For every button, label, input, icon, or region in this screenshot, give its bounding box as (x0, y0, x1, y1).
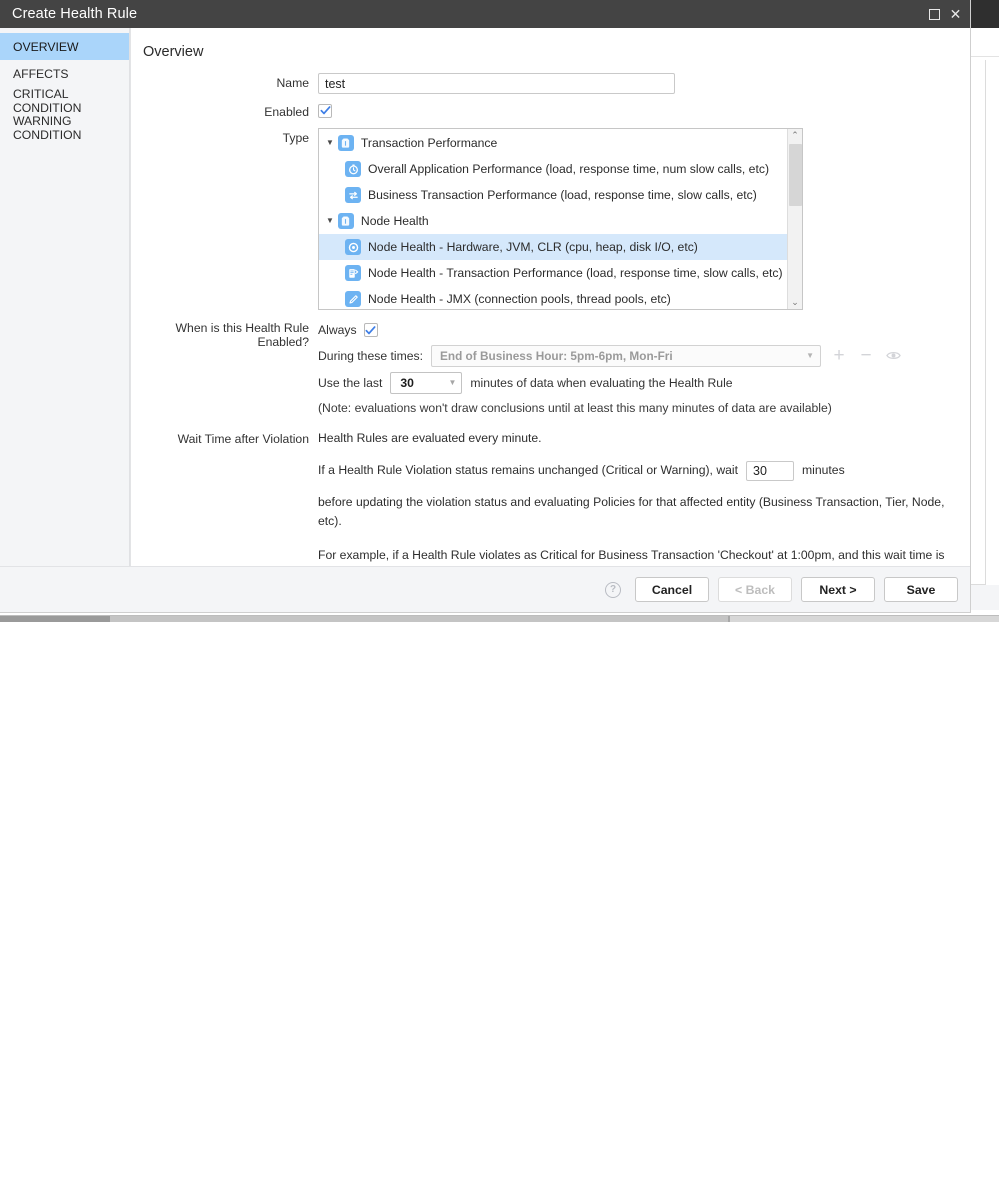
cancel-button[interactable]: Cancel (635, 577, 709, 602)
tree-node-label: Node Health - Transaction Performance (l… (368, 266, 783, 280)
wizard-step-sidebar: OVERVIEW AFFECTS CRITICAL CONDITION WARN… (0, 28, 130, 566)
minutes-select[interactable]: 30 ▼ (390, 372, 462, 394)
name-label: Name (131, 73, 318, 90)
chevron-down-icon: ▼ (448, 378, 456, 387)
type-row: Type ▼ (131, 128, 970, 310)
tree-item-node-health-transaction-performance[interactable]: Node Health - Transaction Performance (l… (319, 260, 787, 286)
sidebar-item-critical-condition[interactable]: CRITICAL CONDITION (0, 87, 129, 114)
window-controls: ✕ (929, 7, 962, 21)
next-button[interactable]: Next > (801, 577, 875, 602)
wait-minutes-input[interactable] (746, 461, 794, 481)
sidebar-item-label: AFFECTS (13, 67, 69, 81)
maximize-icon[interactable] (929, 9, 940, 20)
schedule-select[interactable]: End of Business Hour: 5pm-6pm, Mon-Fri ▼ (431, 345, 821, 367)
schedule-row: When is this Health Rule Enabled? Always… (131, 318, 970, 415)
wait-time-line2: If a Health Rule Violation status remain… (318, 458, 970, 484)
type-tree[interactable]: ▼ Transaction Performance (318, 128, 803, 310)
tree-node-label: Node Health - JMX (connection pools, thr… (368, 292, 671, 306)
sidebar-item-affects[interactable]: AFFECTS (0, 60, 129, 87)
tree-item-business-transaction-performance[interactable]: Business Transaction Performance (load, … (319, 182, 787, 208)
always-checkbox[interactable] (364, 323, 378, 337)
remove-schedule-icon[interactable]: − (857, 347, 875, 365)
tree-item-overall-application-performance[interactable]: Overall Application Performance (load, r… (319, 156, 787, 182)
wait-time-line1: Health Rules are evaluated every minute. (318, 429, 970, 448)
minutes-select-value: 30 (400, 376, 414, 390)
sidebar-item-label: OVERVIEW (13, 40, 78, 54)
chevron-down-icon[interactable]: ▼ (326, 217, 334, 225)
during-times-row: During these times: End of Business Hour… (318, 342, 970, 369)
tree-item-node-health-hardware[interactable]: Node Health - Hardware, JVM, CLR (cpu, h… (319, 234, 787, 260)
tree-node-label: Node Health - Hardware, JVM, CLR (cpu, h… (368, 240, 698, 254)
scrollbar-track[interactable] (110, 616, 728, 622)
wait-time-label: Wait Time after Violation (131, 429, 318, 446)
evaluation-note: (Note: evaluations won't draw conclusion… (318, 401, 970, 415)
wait-time-row: Wait Time after Violation Health Rules a… (131, 429, 970, 566)
enabled-checkbox[interactable] (318, 104, 332, 118)
report-icon (345, 265, 361, 281)
sidebar-item-overview[interactable]: OVERVIEW (0, 33, 129, 60)
exchange-icon (345, 187, 361, 203)
type-label: Type (131, 128, 318, 145)
create-health-rule-dialog: Create Health Rule ✕ OVERVIEW AFFECTS CR… (0, 0, 971, 613)
sidebar-item-label: CRITICAL CONDITION (13, 87, 129, 115)
tree-item-node-health-jmx[interactable]: Node Health - JMX (connection pools, thr… (319, 286, 787, 309)
tree-node-label: Node Health (361, 214, 429, 228)
tree-node-label: Business Transaction Performance (load, … (368, 188, 757, 202)
wait-time-line2-prefix: If a Health Rule Violation status remain… (318, 461, 738, 480)
tree-group-transaction-performance[interactable]: ▼ Transaction Performance (319, 130, 787, 156)
wait-time-example: For example, if a Health Rule violates a… (318, 546, 955, 566)
dialog-body: OVERVIEW AFFECTS CRITICAL CONDITION WARN… (0, 28, 970, 566)
tree-node-label: Transaction Performance (361, 136, 497, 150)
back-button: < Back (718, 577, 792, 602)
always-label: Always (318, 323, 357, 337)
name-input[interactable] (318, 73, 675, 94)
scrollbar-thumb[interactable] (0, 616, 110, 622)
pencil-icon (345, 291, 361, 307)
during-times-label: During these times: (318, 349, 423, 363)
scrollbar-divider (728, 616, 730, 622)
overview-panel: Overview Name Enabled (130, 28, 970, 566)
eye-icon[interactable] (884, 347, 902, 365)
chevron-down-icon[interactable]: ▼ (326, 139, 334, 147)
tree-scrollbar[interactable]: ⌃ ⌄ (787, 129, 802, 309)
use-last-suffix: minutes of data when evaluating the Heal… (470, 376, 732, 390)
check-icon (365, 325, 376, 336)
dialog-titlebar: Create Health Rule ✕ (0, 0, 970, 28)
page-title: Overview (143, 44, 970, 60)
use-last-row: Use the last 30 ▼ minutes of data when e… (318, 369, 970, 396)
schedule-label: When is this Health Rule Enabled? (131, 318, 318, 349)
enabled-row: Enabled (131, 102, 970, 120)
close-icon[interactable]: ✕ (949, 7, 962, 21)
schedule-select-value: End of Business Hour: 5pm-6pm, Mon-Fri (440, 349, 673, 363)
dialog-footer: ? Cancel < Back Next > Save (0, 566, 970, 612)
type-tree-list: ▼ Transaction Performance (319, 129, 787, 309)
dialog-title: Create Health Rule (12, 6, 137, 22)
tree-node-label: Overall Application Performance (load, r… (368, 162, 769, 176)
target-icon (345, 239, 361, 255)
clock-icon (345, 161, 361, 177)
check-icon (320, 105, 331, 116)
save-button[interactable]: Save (884, 577, 958, 602)
folder-icon (338, 135, 354, 151)
chevron-down-icon: ▼ (806, 351, 814, 360)
add-schedule-icon[interactable]: + (830, 347, 848, 365)
folder-icon (338, 213, 354, 229)
wait-time-line2-suffix: minutes (802, 461, 845, 480)
name-row: Name (131, 73, 970, 94)
always-row: Always (318, 318, 970, 342)
enabled-label: Enabled (131, 102, 318, 119)
help-icon[interactable]: ? (605, 582, 621, 598)
use-last-prefix: Use the last (318, 376, 382, 390)
scroll-down-icon[interactable]: ⌄ (788, 296, 802, 309)
sidebar-item-warning-condition[interactable]: WARNING CONDITION (0, 114, 129, 141)
scrollbar-thumb[interactable] (789, 144, 802, 206)
tree-group-node-health[interactable]: ▼ Node Health (319, 208, 787, 234)
window-horizontal-scrollbar[interactable] (0, 615, 999, 622)
wait-time-line3: before updating the violation status and… (318, 493, 970, 531)
sidebar-item-label: WARNING CONDITION (13, 114, 129, 142)
scroll-up-icon[interactable]: ⌃ (788, 129, 802, 142)
